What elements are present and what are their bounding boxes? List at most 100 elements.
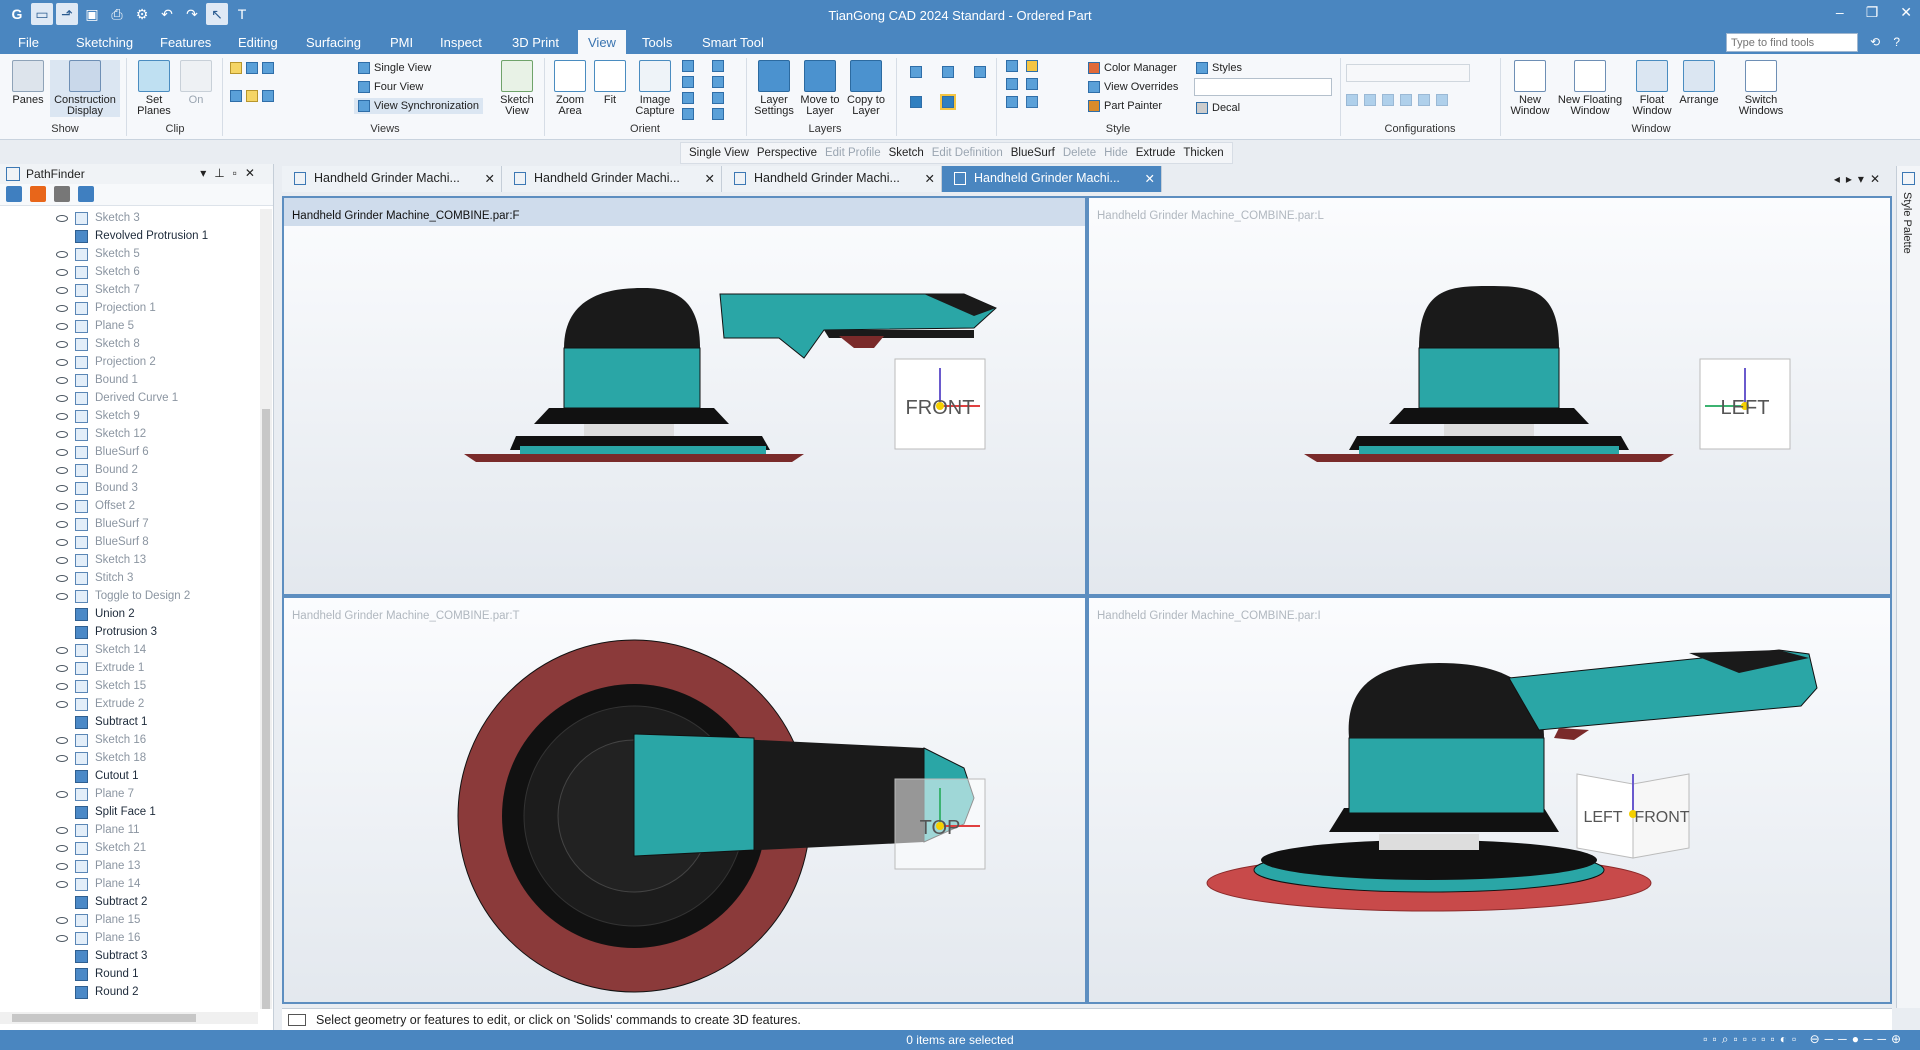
tree-item[interactable]: Plane 15 [0,911,258,929]
visibility-eye-icon[interactable] [56,827,68,834]
sketch-view-button[interactable]: Sketch View [496,60,538,117]
structure-icon[interactable] [78,186,94,202]
close-tab-icon[interactable]: ✕ [705,171,715,186]
view-cube-front[interactable]: FRONT [894,358,986,450]
single-view-button[interactable]: Single View [358,62,431,74]
tree-item[interactable]: Toggle to Design 2 [0,587,258,605]
view-grid-icons[interactable] [230,62,274,74]
visibility-eye-icon[interactable] [56,665,68,672]
decal-button[interactable]: Decal [1196,102,1240,114]
tree-item[interactable]: Sketch 15 [0,677,258,695]
construction-display-button[interactable]: Construction Display [50,60,120,117]
visibility-eye-icon[interactable] [56,557,68,564]
close-tab-icon[interactable]: ✕ [925,171,935,186]
help-options-icon[interactable]: ⟲ [1870,35,1880,49]
view-cube-top[interactable]: TOP [894,778,986,870]
viewport-left[interactable]: Handheld Grinder Machine_COMBINE.par:L L… [1089,198,1890,594]
move-to-layer-button[interactable]: Move to Layer [798,60,842,117]
display-mode-icons[interactable] [1006,60,1018,108]
tab-features[interactable]: Features [160,35,211,50]
viewport-top[interactable]: Handheld Grinder Machine_COMBINE.par:T T… [284,598,1085,1002]
cmd-sketch[interactable]: Sketch [889,147,924,159]
viewport-iso[interactable]: Handheld Grinder Machine_COMBINE.par:I L… [1089,598,1890,1002]
visibility-eye-icon[interactable] [56,647,68,654]
tree-item[interactable]: Subtract 2 [0,893,258,911]
tree-item[interactable]: Plane 7 [0,785,258,803]
visibility-eye-icon[interactable] [56,791,68,798]
tree-item[interactable]: Sketch 3 [0,209,258,227]
visibility-eye-icon[interactable] [56,341,68,348]
tree-item[interactable]: Protrusion 3 [0,623,258,641]
visibility-eye-icon[interactable] [56,269,68,276]
tree-item[interactable]: BlueSurf 7 [0,515,258,533]
tree-item[interactable]: Revolved Protrusion 1 [0,227,258,245]
tab-sketching[interactable]: Sketching [76,35,133,50]
layer-settings-button[interactable]: Layer Settings [752,60,796,117]
tree-item[interactable]: Sketch 18 [0,749,258,767]
tree-item[interactable]: Sketch 13 [0,551,258,569]
cmd-bluesurf[interactable]: BlueSurf [1011,147,1055,159]
tree-vertical-scrollbar[interactable] [260,209,272,1009]
arrange-button[interactable]: Arrange [1676,60,1722,106]
tree-item[interactable]: Sketch 5 [0,245,258,263]
tree-item[interactable]: Sketch 7 [0,281,258,299]
visibility-eye-icon[interactable] [56,413,68,420]
styles-dropdown[interactable] [1194,78,1332,96]
tree-item[interactable]: Projection 1 [0,299,258,317]
style-palette-sidebar[interactable]: Style Palette [1896,166,1920,1008]
visibility-eye-icon[interactable] [56,935,68,942]
tab-editing[interactable]: Editing [238,35,278,50]
cmd-hide[interactable]: Hide [1104,147,1128,159]
part-painter-button[interactable]: Part Painter [1088,100,1162,112]
tree-item[interactable]: Bound 2 [0,461,258,479]
color-manager-button[interactable]: Color Manager [1088,62,1177,74]
four-view-button[interactable]: Four View [358,81,423,93]
tree-item[interactable]: Round 1 [0,965,258,983]
shading-icons[interactable] [910,94,956,110]
tree-view-icon[interactable] [6,186,22,202]
cmd-thicken[interactable]: Thicken [1183,147,1223,159]
switch-windows-button[interactable]: Switch Windows [1728,60,1794,117]
visibility-eye-icon[interactable] [56,701,68,708]
visibility-eye-icon[interactable] [56,863,68,870]
view-sync-button[interactable]: View Synchronization [354,98,483,114]
visibility-eye-icon[interactable] [56,593,68,600]
view-tools-icons[interactable]: ▫▫⌕▫▫▫▫▫◐▫ ⊖──●──⊕ [1703,1032,1906,1047]
new-floating-window-button[interactable]: New Floating Window [1552,60,1628,117]
tree-item[interactable]: Sketch 12 [0,425,258,443]
visibility-eye-icon[interactable] [56,359,68,366]
visibility-eye-icon[interactable] [56,251,68,258]
tree-item[interactable]: Cutout 1 [0,767,258,785]
orient-small-icons-2[interactable] [712,60,724,120]
tree-item[interactable]: Sketch 21 [0,839,258,857]
close-tab-icon[interactable]: ✕ [485,171,495,186]
tree-item[interactable]: BlueSurf 8 [0,533,258,551]
visibility-eye-icon[interactable] [56,521,68,528]
close-icon[interactable]: ✕ [1900,4,1912,21]
view-grid-icons-2[interactable] [230,90,274,102]
tree-item[interactable]: Union 2 [0,605,258,623]
tree-item[interactable]: Sketch 9 [0,407,258,425]
doc-tab[interactable]: Handheld Grinder Machi... ✕ [282,166,502,192]
cmd-single-view[interactable]: Single View [689,147,749,159]
menu-file[interactable]: File [18,35,39,50]
cmd-delete[interactable]: Delete [1063,147,1096,159]
configurations-dropdown[interactable] [1346,64,1470,82]
3d-icon[interactable] [30,186,46,202]
tab-smart-tool[interactable]: Smart Tool [702,35,764,50]
styles-button[interactable]: Styles [1196,62,1242,74]
help-icon[interactable]: ? [1893,35,1900,49]
cmd-edit-definition[interactable]: Edit Definition [932,147,1003,159]
tab-tools[interactable]: Tools [642,35,672,50]
tree-item[interactable]: Bound 3 [0,479,258,497]
tree-item[interactable]: Plane 11 [0,821,258,839]
tree-item[interactable]: BlueSurf 6 [0,443,258,461]
float-window-button[interactable]: Float Window [1630,60,1674,117]
panel-controls[interactable]: ▾⊥▫✕ [200,166,263,180]
visibility-eye-icon[interactable] [56,431,68,438]
tab-view[interactable]: View [578,30,626,54]
visibility-eye-icon[interactable] [56,215,68,222]
keyboard-icon[interactable] [288,1014,306,1026]
view-overrides-button[interactable]: View Overrides [1088,81,1178,93]
visibility-eye-icon[interactable] [56,377,68,384]
